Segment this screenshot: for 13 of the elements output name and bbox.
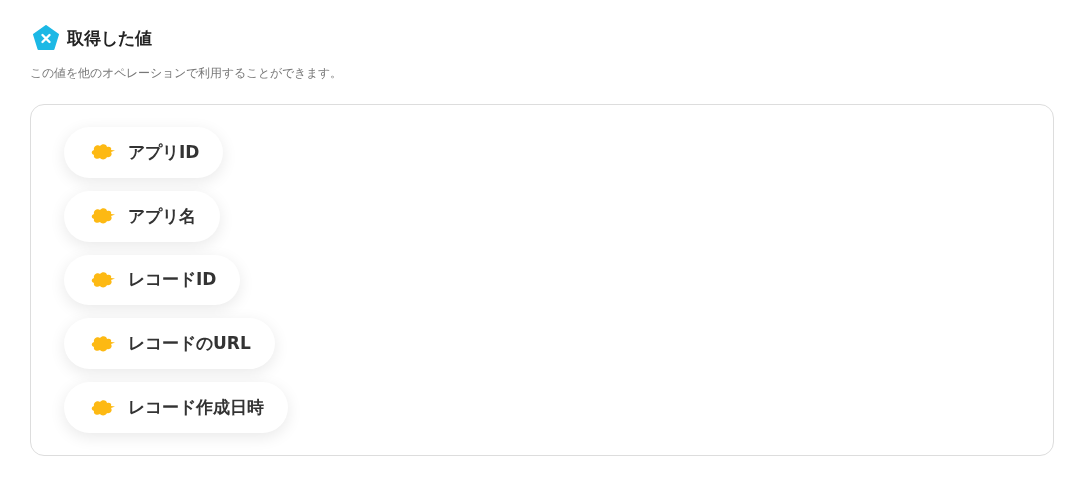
value-chip[interactable]: アプリ名 <box>64 190 220 242</box>
cloud-icon <box>90 271 116 289</box>
cloud-icon <box>90 207 116 226</box>
cloud-icon <box>90 143 116 162</box>
section-description: この値を他のオペレーションで利用することができます。 <box>30 65 343 82</box>
value-chip[interactable]: レコード作成日時 <box>64 382 288 433</box>
value-chip[interactable]: レコードのURL <box>64 318 275 370</box>
section-title: 取得した値 <box>67 26 152 50</box>
value-chip[interactable]: レコードID <box>64 254 241 306</box>
cloud-icon <box>90 334 116 353</box>
value-chip[interactable]: アプリID <box>64 127 224 178</box>
cloud-icon <box>90 398 116 417</box>
pentagon-icon <box>33 25 59 51</box>
